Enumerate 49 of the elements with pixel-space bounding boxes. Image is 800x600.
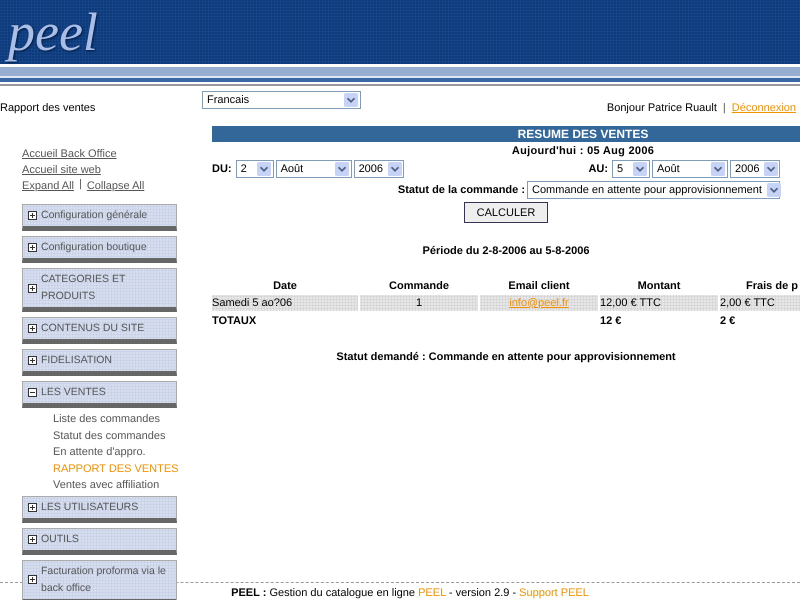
- column-header: Date: [272, 279, 298, 293]
- day-select[interactable]: 2: [236, 160, 274, 178]
- sidebar-link[interactable]: Accueil site web: [22, 162, 101, 178]
- table-cell: 12,00 € TTC: [600, 295, 718, 311]
- menu-section[interactable]: Facturation proforma via le back office: [22, 560, 177, 600]
- separator: |: [78, 178, 82, 192]
- requested-status: Statut demandé : Commande en attente pour approvisionnement: [335, 351, 677, 363]
- menu-section[interactable]: FIDELISATION: [22, 349, 177, 376]
- language-select[interactable]: Francais: [202, 91, 361, 109]
- today-date: Aujourd'hui : 05 Aug 2006: [510, 144, 656, 159]
- menu-section[interactable]: Configuration générale: [22, 204, 177, 231]
- day-select[interactable]: 5: [612, 160, 650, 178]
- date-label: AU:: [588, 163, 608, 175]
- calculate-button[interactable]: CALCULER: [464, 202, 548, 223]
- month-select[interactable]: Août: [276, 160, 352, 178]
- table-cell: Samedi 5 ao?06: [212, 295, 358, 311]
- total-amount: 12 €: [600, 315, 622, 327]
- column-header: Frais de p: [745, 279, 799, 293]
- status-select[interactable]: Commande en attente pour approvisionnement: [527, 181, 780, 199]
- report-title-bar: RESUME DES VENTES: [212, 126, 800, 142]
- period-text: Période du 2-8-2006 au 5-8-2006: [422, 245, 590, 257]
- menu-item[interactable]: Liste des commandes: [53, 411, 177, 428]
- year-select[interactable]: 2006: [730, 160, 780, 178]
- status-label: Statut de la commande :: [398, 184, 525, 196]
- menu-item[interactable]: Statut des commandes: [53, 428, 177, 444]
- column-header: Commande: [388, 279, 450, 293]
- year-select[interactable]: 2006: [354, 160, 404, 178]
- menu-section[interactable]: Configuration boutique: [22, 236, 177, 263]
- separator: |: [722, 102, 726, 114]
- page-title: Rapport des ventes: [0, 102, 96, 114]
- menu-section[interactable]: CATEGORIES ET PRODUITS: [22, 268, 177, 312]
- sidebar-link[interactable]: Accueil Back Office: [22, 146, 117, 162]
- greeting: Bonjour Patrice Ruault: [606, 102, 717, 114]
- menu-section[interactable]: CONTENUS DU SITE: [22, 317, 177, 344]
- menu-section[interactable]: OUTILS: [22, 528, 177, 554]
- month-select[interactable]: Août: [652, 160, 728, 178]
- menu-section[interactable]: LES UTILISATEURS: [22, 496, 177, 522]
- column-header: Montant: [636, 279, 682, 293]
- totals-label: TOTAUX: [212, 315, 256, 327]
- column-header: Email client: [507, 279, 571, 293]
- expand-all-link[interactable]: Expand All: [22, 178, 74, 194]
- collapse-all-link[interactable]: Collapse All: [86, 178, 144, 194]
- menu-item[interactable]: En attente d'appro.: [53, 444, 177, 460]
- date-label: DU:: [212, 163, 232, 175]
- total-shipping: 2 €: [720, 315, 736, 327]
- menu-section[interactable]: LES VENTES: [22, 381, 177, 408]
- menu-item[interactable]: Ventes avec affiliation: [53, 477, 177, 494]
- table-cell: 2,00 € TTC: [720, 295, 800, 311]
- table-cell: 1: [360, 295, 478, 311]
